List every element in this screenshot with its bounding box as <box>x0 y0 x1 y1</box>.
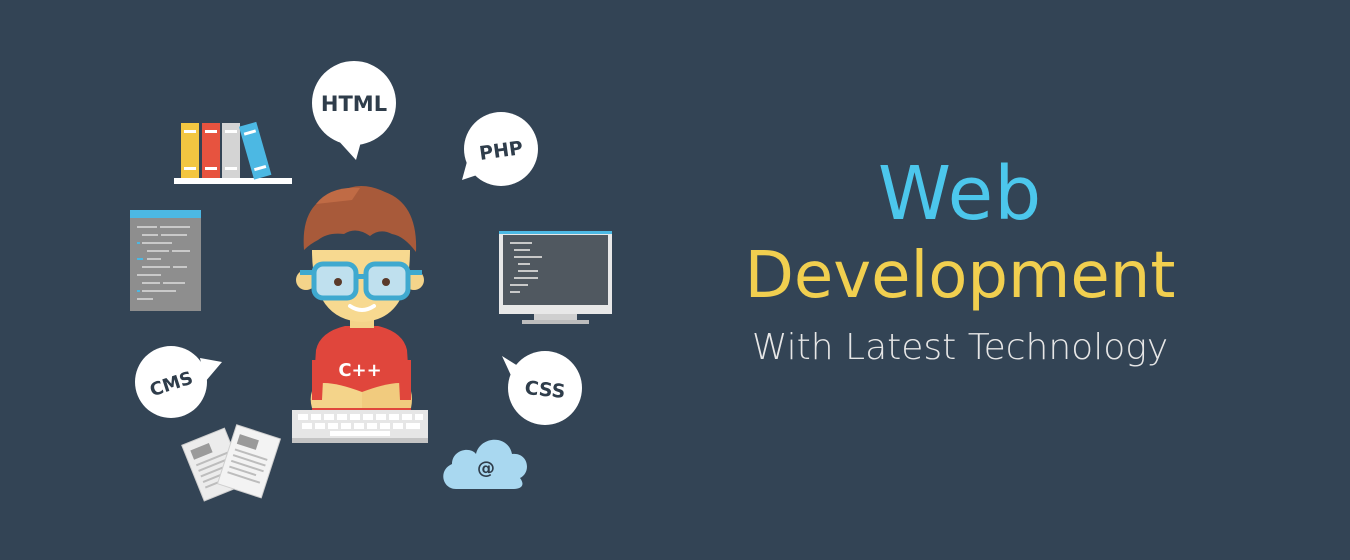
html-speech-bubble: HTML <box>312 61 396 160</box>
keyboard-icon <box>292 410 428 443</box>
css-speech-bubble: CSS <box>502 351 582 425</box>
headline-development: Development <box>744 239 1176 313</box>
shirt-logo: C++ <box>338 360 381 381</box>
documents-icon <box>181 424 282 502</box>
cloud-symbol: @ <box>477 458 495 479</box>
headline-web: Web <box>877 151 1043 237</box>
web-development-banner: HTML PHP CMS CSS @ C++ Web Development W… <box>0 0 1350 560</box>
developer-character: C++ <box>292 186 428 443</box>
cms-speech-bubble: CMS <box>135 346 222 418</box>
code-document-icon <box>130 210 201 311</box>
css-bubble-label: CSS <box>524 377 567 403</box>
developer-illustration: HTML PHP CMS CSS @ C++ <box>130 61 612 502</box>
php-speech-bubble: PHP <box>462 112 538 186</box>
cloud-email-icon: @ <box>443 439 527 489</box>
books-icon <box>174 121 292 184</box>
headline-block: Web Development With Latest Technology <box>700 150 1220 378</box>
monitor-icon <box>499 231 612 324</box>
html-bubble-label: HTML <box>321 92 387 116</box>
headline-tagline: With Latest Technology <box>751 327 1169 368</box>
